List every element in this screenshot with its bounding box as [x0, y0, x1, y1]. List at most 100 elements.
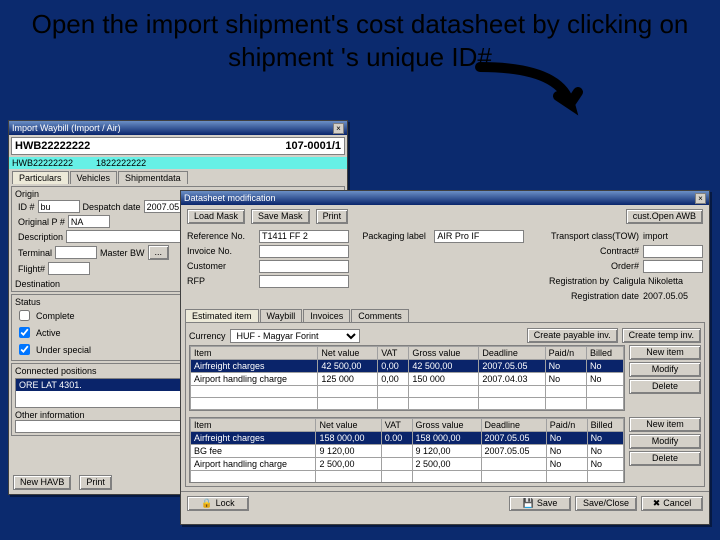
datasheet-bottombar: 🔒Lock 💾Save Save/Close ✖Cancel [181, 491, 709, 515]
table-row[interactable]: Airfreight charges42 500,000,0042 500,00… [191, 360, 624, 373]
print-button[interactable]: Print [316, 209, 349, 224]
order-label: Order# [571, 261, 639, 271]
col-header[interactable]: Net value [318, 347, 378, 360]
reg-value: Caligula Nikoletta [613, 276, 703, 286]
col-header[interactable]: VAT [381, 419, 412, 432]
subtab-invoices[interactable]: Invoices [303, 309, 350, 322]
highlighted-id-row: HWB22222222 1822222222 [9, 157, 347, 169]
new-hawb-button[interactable]: New HAVB [13, 475, 71, 490]
master-label: Master BW [100, 248, 145, 258]
col-header[interactable]: Deadline [481, 419, 546, 432]
customer-field[interactable] [259, 260, 349, 273]
back-tabs: Particulars Vehicles Shipmentdata [9, 169, 347, 184]
table-row[interactable]: Airport handling charge125 0000,00150 00… [191, 373, 624, 386]
create-payable-button[interactable]: Create payable inv. [527, 328, 618, 343]
rfp-label: RFP [187, 276, 255, 286]
col-header[interactable]: Paid/n [546, 419, 587, 432]
col-header[interactable]: Item [191, 419, 316, 432]
status-legend: Status [15, 297, 174, 307]
ref-field[interactable] [259, 230, 349, 243]
rfp-field[interactable] [259, 275, 349, 288]
save-mask-button[interactable]: Save Mask [251, 209, 310, 224]
new-item-a-button[interactable]: New item [629, 345, 701, 360]
orig-p-field[interactable] [68, 215, 110, 228]
table-row[interactable]: Airport handling charge2 500,002 500,00N… [191, 458, 624, 471]
print-back-button[interactable]: Print [79, 475, 112, 490]
hl-hwb: HWB22222222 [12, 158, 73, 168]
cancel-button[interactable]: ✖Cancel [641, 496, 703, 511]
delete-a-button[interactable]: Delete [629, 379, 701, 394]
estimated-pane: Currency HUF - Magyar Forint Create paya… [185, 322, 705, 487]
subtab-comments[interactable]: Comments [351, 309, 409, 322]
tab-shipmentdata[interactable]: Shipmentdata [118, 171, 188, 184]
descr-label: Description [18, 232, 63, 242]
shipment-id-header[interactable]: HWB22222222 107-0001/1 [11, 137, 345, 155]
lock-button[interactable]: 🔒Lock [187, 496, 249, 511]
col-header[interactable]: Paid/n [545, 347, 586, 360]
tab-particulars[interactable]: Particulars [12, 171, 69, 184]
pkg-label: Packaging label [362, 231, 430, 241]
cost-grid-a[interactable]: ItemNet valueVATGross valueDeadlinePaid/… [189, 345, 625, 411]
terminal-field[interactable] [55, 246, 97, 259]
invno-label: Invoice No. [187, 246, 255, 256]
subtab-estimated[interactable]: Estimated item [185, 309, 259, 322]
reg-label: Registration by [541, 276, 609, 286]
col-header[interactable]: Item [191, 347, 318, 360]
table-row[interactable]: Airfreight charges158 000,000.00158 000,… [191, 432, 624, 445]
invno-field[interactable] [259, 245, 349, 258]
close-icon[interactable]: × [695, 193, 706, 204]
new-item-b-button[interactable]: New item [629, 417, 701, 432]
currency-a-label: Currency [189, 331, 226, 341]
table-row[interactable]: BG fee9 120,009 120,002007.05.05NoNo [191, 445, 624, 458]
pkg-field[interactable] [434, 230, 524, 243]
col-header[interactable]: Gross value [412, 419, 481, 432]
customer-label: Customer [187, 261, 255, 271]
trans-label: Transport class(TOW) [551, 231, 639, 241]
callout-arrow [470, 62, 590, 132]
datasheet-window: Datasheet modification × Load Mask Save … [180, 190, 710, 525]
hwb-number: HWB22222222 [15, 140, 90, 152]
chk-active[interactable]: Active [15, 324, 174, 341]
col-header[interactable]: Deadline [479, 347, 545, 360]
master-browse-button[interactable]: ... [148, 245, 170, 260]
chk-special[interactable]: Under special [15, 341, 174, 358]
load-mask-button[interactable]: Load Mask [187, 209, 245, 224]
datasheet-titlebar: Datasheet modification × [181, 191, 709, 205]
ref-label: Reference No. [187, 231, 255, 241]
col-header[interactable]: Billed [587, 347, 624, 360]
flight-label: Flight# [18, 264, 45, 274]
save-button[interactable]: 💾Save [509, 496, 571, 511]
modify-b-button[interactable]: Modify [629, 434, 701, 449]
despatch-label: Despatch date [83, 202, 141, 212]
modify-a-button[interactable]: Modify [629, 362, 701, 377]
delete-b-button[interactable]: Delete [629, 451, 701, 466]
id-field[interactable] [38, 200, 80, 213]
col-header[interactable]: VAT [378, 347, 409, 360]
import-waybill-titlebar: Import Waybill (Import / Air) × [9, 121, 347, 135]
save-close-button[interactable]: Save/Close [575, 496, 637, 511]
currency-a-select[interactable]: HUF - Magyar Forint [230, 329, 360, 343]
open-awb-button[interactable]: cust.Open AWB [626, 209, 703, 224]
cost-grid-b[interactable]: ItemNet valueVATGross valueDeadlinePaid/… [189, 417, 625, 483]
regdate-label: Registration date [571, 291, 639, 301]
hl-ref: 1822222222 [96, 158, 146, 168]
contract-field[interactable] [643, 245, 703, 258]
chk-complete[interactable]: Complete [15, 307, 174, 324]
terminal-label: Terminal [18, 248, 52, 258]
col-header[interactable]: Net value [316, 419, 381, 432]
create-temp-button[interactable]: Create temp inv. [622, 328, 701, 343]
tab-vehicles[interactable]: Vehicles [70, 171, 118, 184]
slide-title: Open the import shipment's cost datashee… [0, 8, 720, 73]
col-header[interactable]: Billed [587, 419, 623, 432]
window-title: Import Waybill (Import / Air) [12, 123, 121, 133]
order-field[interactable] [643, 260, 703, 273]
orig-p-label: Original P # [18, 217, 65, 227]
subtab-waybill[interactable]: Waybill [260, 309, 303, 322]
disk-icon: 💾 [523, 498, 534, 508]
lock-icon: 🔒 [201, 498, 212, 508]
flight-field[interactable] [48, 262, 90, 275]
close-icon[interactable]: × [333, 123, 344, 134]
col-header[interactable]: Gross value [409, 347, 479, 360]
cancel-icon: ✖ [653, 498, 661, 508]
id-label: ID # [18, 202, 35, 212]
